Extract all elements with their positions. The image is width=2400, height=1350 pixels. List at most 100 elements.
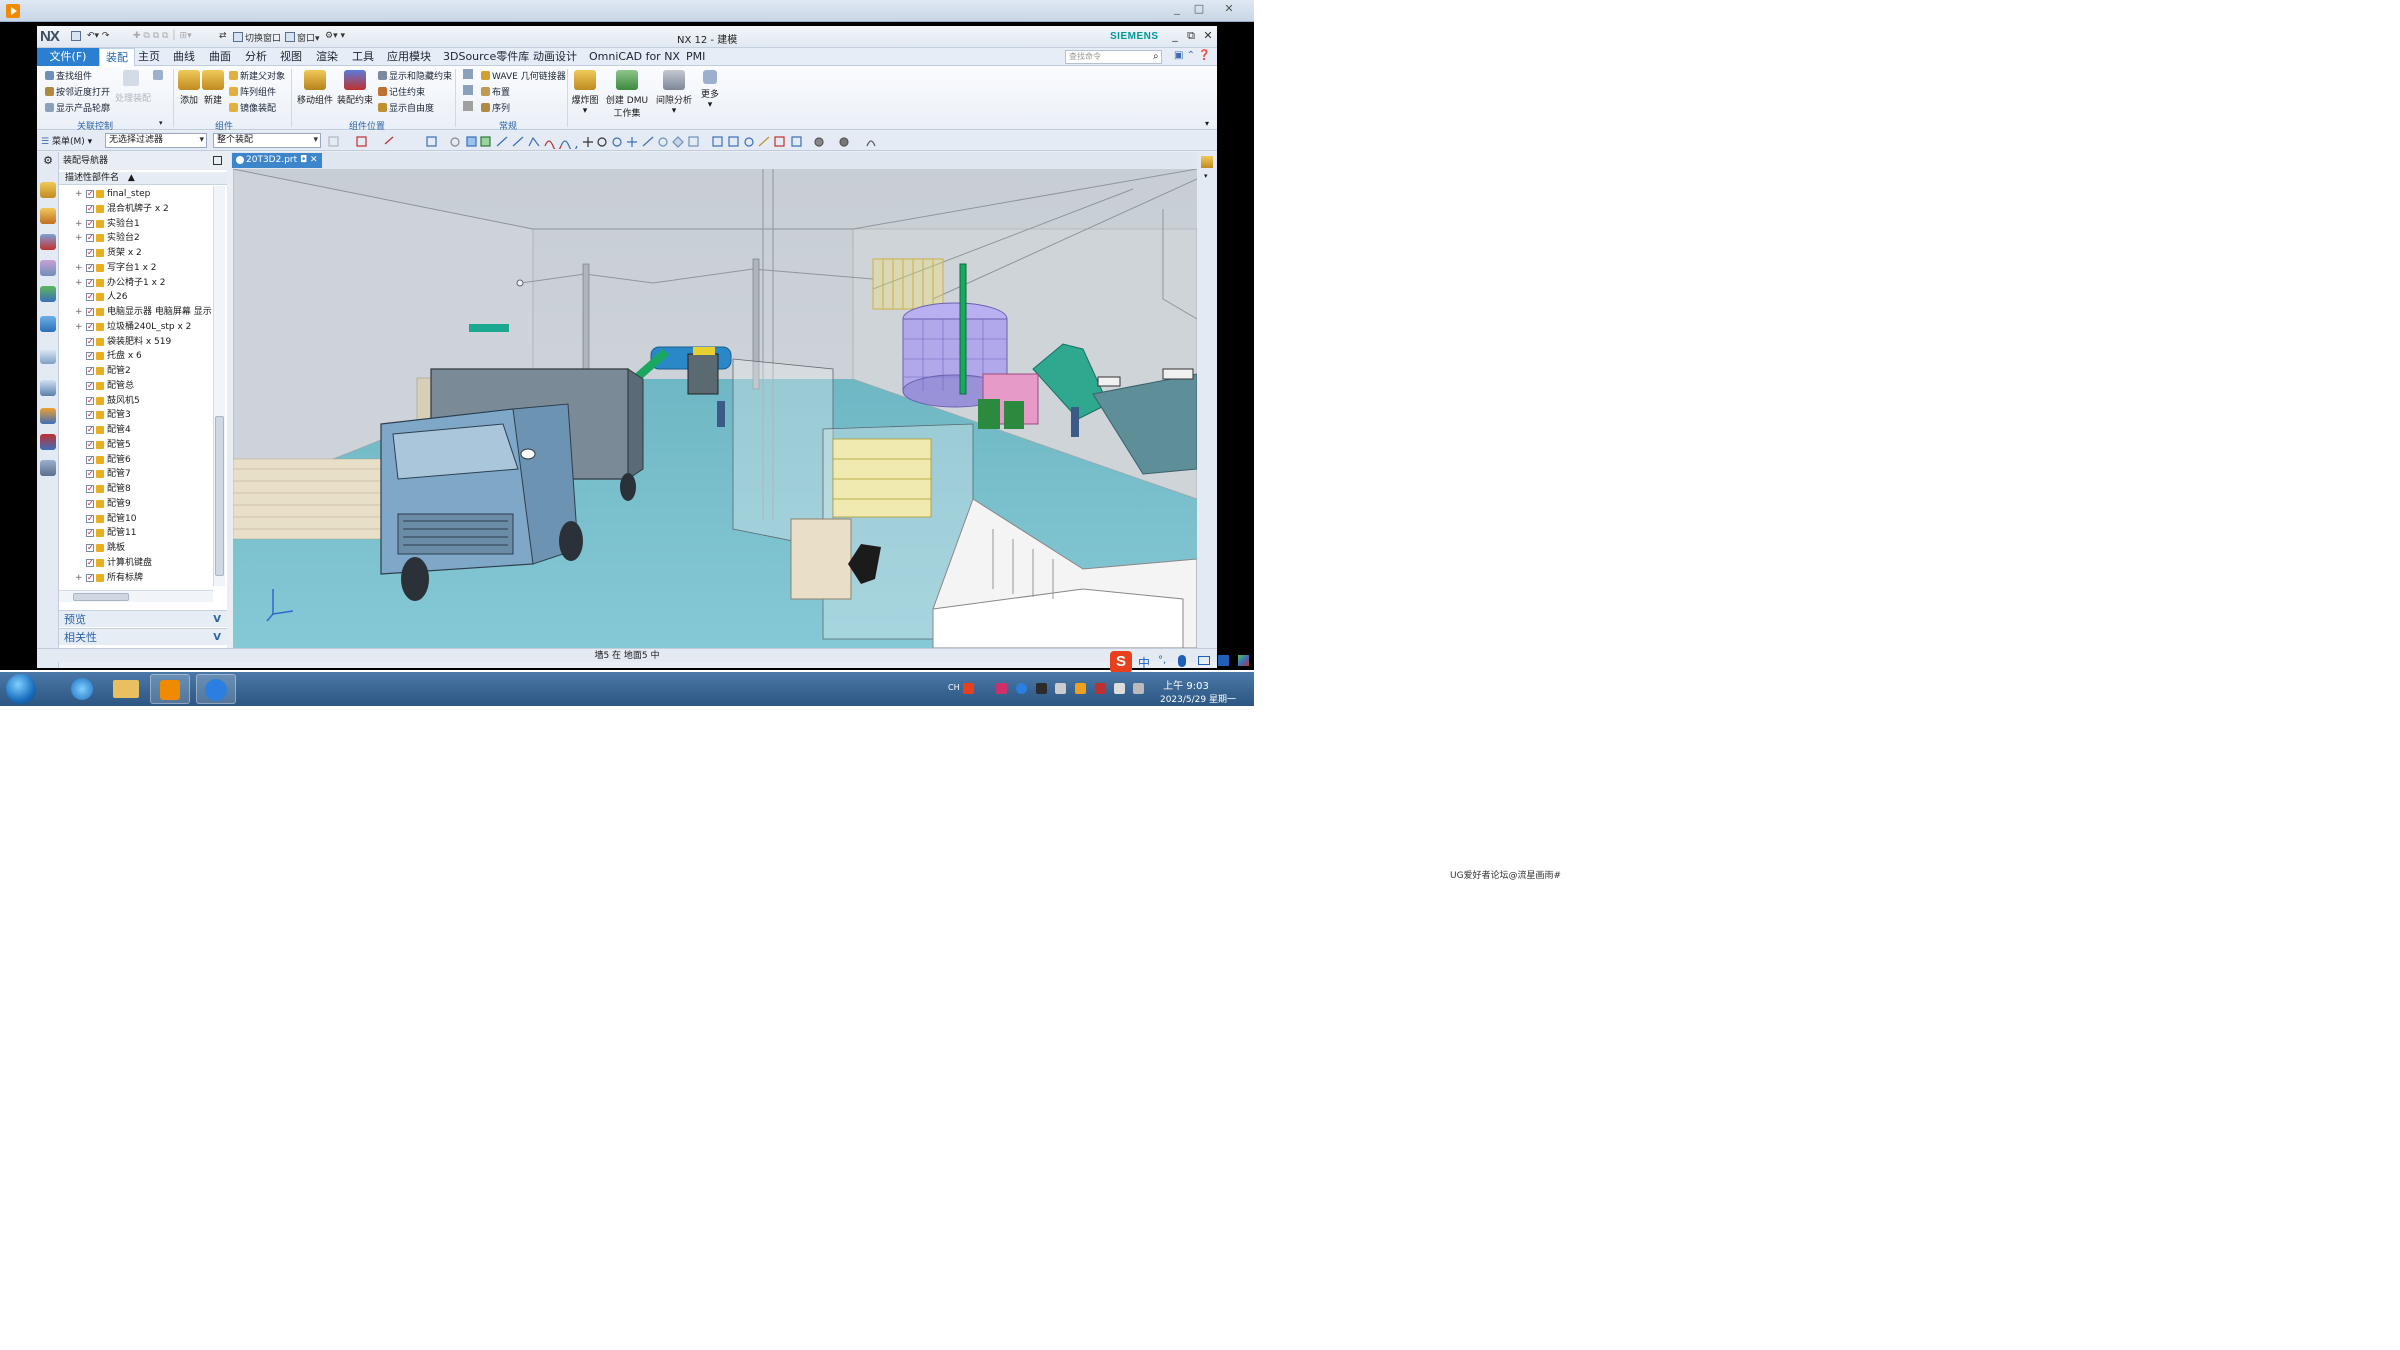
role-icon[interactable]: [40, 434, 56, 450]
tree-node[interactable]: 配管7: [59, 467, 213, 482]
keyboard-icon[interactable]: [1198, 656, 1210, 665]
process-assembly-icon[interactable]: [123, 70, 139, 86]
skin-icon[interactable]: [1218, 655, 1229, 666]
visibility-checkbox[interactable]: [86, 276, 94, 290]
ribbon-options-icons[interactable]: ▣ ⌃ ❓: [1174, 50, 1211, 61]
clock-history-icon[interactable]: [40, 380, 56, 396]
tree-node[interactable]: 混合机牌子 x 2: [59, 202, 213, 217]
tray-app-icon[interactable]: [996, 683, 1007, 694]
switch-window-button[interactable]: 切换窗口: [233, 31, 281, 44]
right-toolbar-expand-icon[interactable]: ▾: [1204, 172, 1208, 180]
ime-punct-icon[interactable]: °,: [1158, 655, 1168, 666]
clock-date[interactable]: 2023/5/29 星期一: [1150, 692, 1246, 705]
edit-tools-icons[interactable]: ✚ ⧉ ⧉ ⧉ │ ⊞▾: [133, 31, 192, 43]
tree-node[interactable]: 配管总: [59, 379, 213, 394]
expand-icon[interactable]: +: [75, 261, 83, 276]
restore-button[interactable]: ⧉: [1183, 29, 1199, 43]
expand-icon[interactable]: +: [75, 320, 83, 335]
undo-icon[interactable]: ↶▾ ↷: [87, 31, 109, 43]
part-navigator-icon[interactable]: [40, 234, 56, 250]
tab-assembly[interactable]: 装配: [99, 48, 135, 66]
tree-node[interactable]: + 电脑显示器 电脑屏幕 显示: [59, 305, 213, 320]
save-icon[interactable]: [71, 31, 83, 43]
expand-icon[interactable]: +: [75, 276, 83, 291]
network-icon[interactable]: [1133, 683, 1144, 694]
type-filter-dropdown[interactable]: 无选择过滤器: [105, 133, 207, 148]
player-minimize-button[interactable]: _: [1166, 2, 1188, 16]
remember-constraints-button[interactable]: 记住约束: [378, 85, 425, 98]
ime-mode-toggle[interactable]: 中: [1138, 654, 1150, 671]
visibility-checkbox[interactable]: [86, 497, 94, 512]
visibility-checkbox[interactable]: [86, 187, 94, 202]
tray-nvidia-icon[interactable]: [1036, 683, 1047, 694]
resource-bar-settings-icon[interactable]: ⚙: [40, 154, 56, 170]
arrangement-button[interactable]: 布置: [481, 85, 510, 98]
taskbar-explorer-button[interactable]: [106, 674, 146, 704]
selection-tool-icons[interactable]: [327, 134, 887, 149]
constraint-navigator-icon[interactable]: [40, 208, 56, 224]
taskbar-ie-button[interactable]: [62, 674, 102, 704]
show-hide-constraints-button[interactable]: 显示和隐藏约束: [378, 69, 452, 82]
transfer-icon[interactable]: ⇄: [219, 31, 227, 43]
tree-node[interactable]: + 实验台2: [59, 231, 213, 246]
expand-icon[interactable]: +: [75, 187, 83, 202]
selection-scope-dropdown[interactable]: 整个装配: [213, 133, 321, 148]
tree-node[interactable]: 跳板: [59, 541, 213, 556]
tree-node[interactable]: 托盘 x 6: [59, 349, 213, 364]
volume-icon[interactable]: [1114, 683, 1125, 694]
tree-node[interactable]: 配管9: [59, 497, 213, 512]
close-button[interactable]: ✕: [1200, 29, 1216, 43]
tree-node[interactable]: + 实验台1: [59, 217, 213, 232]
command-search-input[interactable]: 查找命令: [1065, 50, 1162, 64]
visibility-checkbox[interactable]: [86, 379, 94, 394]
expand-icon[interactable]: +: [75, 231, 83, 246]
clearance-analysis-button[interactable]: 间隙分析 ▾: [653, 70, 695, 116]
general-tool-icon[interactable]: [463, 101, 473, 111]
group-expand-icon[interactable]: ▾: [159, 119, 163, 127]
graphics-viewport[interactable]: [233, 169, 1197, 648]
tree-node[interactable]: 计算机键盘: [59, 556, 213, 571]
visibility-checkbox[interactable]: [86, 571, 94, 585]
toolbox-icon[interactable]: [1238, 655, 1249, 666]
tab-pmi[interactable]: PMI: [680, 48, 711, 66]
tab-analysis[interactable]: 分析: [239, 48, 273, 66]
tree-node[interactable]: 配管11: [59, 526, 213, 541]
expand-icon[interactable]: +: [75, 305, 83, 320]
tree-node[interactable]: 配管10: [59, 512, 213, 526]
tab-surface[interactable]: 曲面: [203, 48, 237, 66]
taskbar-sogou-button[interactable]: [196, 674, 236, 704]
reuse-library-icon[interactable]: [40, 260, 56, 276]
assembly-navigator-icon[interactable]: [40, 182, 56, 198]
tab-3dsource[interactable]: 3DSource零件库: [437, 48, 535, 66]
clock-time[interactable]: 上午 9:03: [1158, 677, 1214, 692]
general-tool-icon[interactable]: [463, 69, 473, 79]
tab-view[interactable]: 视图: [274, 48, 308, 66]
ribbon-collapse-icon[interactable]: ▾: [1205, 119, 1209, 128]
tree-node[interactable]: + final_step: [59, 187, 213, 202]
sequence-button[interactable]: 序列: [481, 101, 510, 114]
tray-app-icon[interactable]: [1055, 683, 1066, 694]
navigator-vertical-scrollbar[interactable]: [213, 186, 225, 586]
visibility-checkbox[interactable]: [86, 320, 94, 335]
tree-node[interactable]: 配管6: [59, 453, 213, 467]
microphone-icon[interactable]: [1178, 655, 1186, 667]
window-menu-button[interactable]: 窗口▾: [285, 31, 320, 44]
pattern-component-button[interactable]: 阵列组件: [229, 85, 276, 98]
tab-home[interactable]: 主页: [132, 48, 166, 66]
mirror-assembly-button[interactable]: 镜像装配: [229, 101, 276, 114]
hd3d-tools-icon[interactable]: [40, 286, 56, 302]
history-icon[interactable]: [40, 348, 56, 364]
show-product-outline-button[interactable]: 显示产品轮廓: [45, 101, 110, 114]
tree-node[interactable]: 配管4: [59, 423, 213, 438]
visibility-checkbox[interactable]: [86, 217, 94, 231]
expand-icon[interactable]: +: [75, 217, 83, 232]
move-component-button[interactable]: 移动组件: [295, 70, 335, 106]
add-component-button[interactable]: 添加: [177, 70, 201, 106]
visibility-checkbox[interactable]: [86, 290, 94, 305]
tree-node[interactable]: + 办公椅子1 x 2: [59, 276, 213, 291]
player-close-button[interactable]: ✕: [1218, 2, 1240, 16]
tray-app-icon[interactable]: [1016, 683, 1027, 694]
tree-node[interactable]: 配管3: [59, 408, 213, 423]
web-browser-icon[interactable]: [40, 316, 56, 332]
tab-tools[interactable]: 工具: [346, 48, 380, 66]
